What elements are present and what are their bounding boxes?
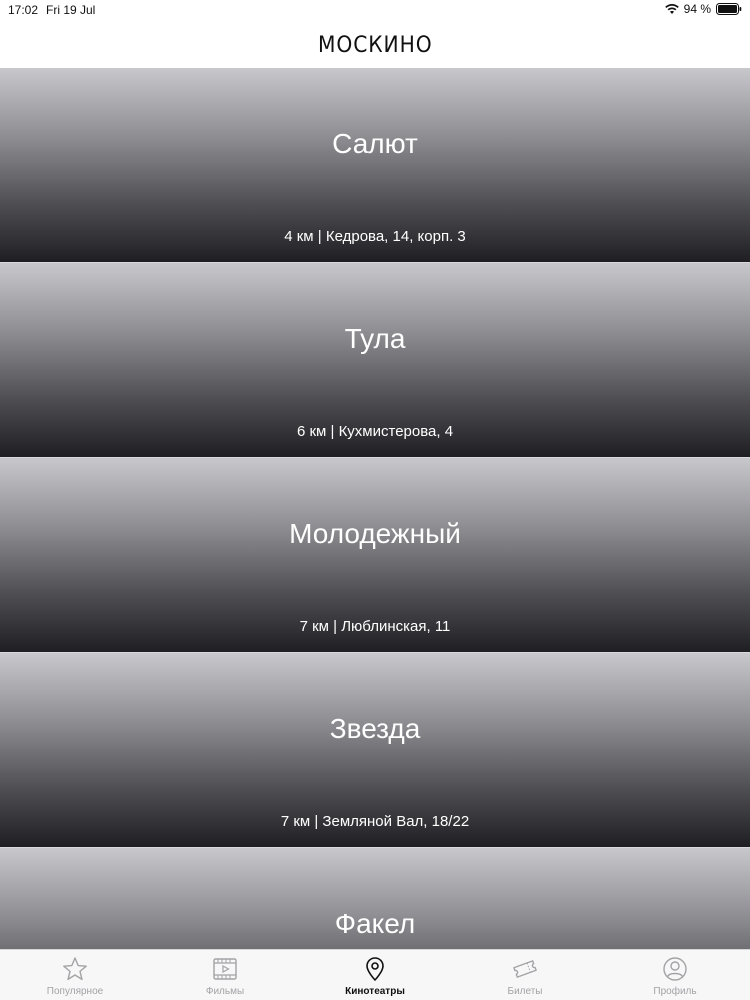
cinema-info: 7 км | Земляной Вал, 18/22 — [280, 813, 470, 830]
cinema-card-zvezda[interactable]: Звезда 7 км | Земляной Вал, 18/22 — [0, 653, 750, 848]
cinema-name: Звезда — [329, 713, 421, 744]
location-pin-icon — [366, 957, 384, 981]
cinema-info: 6 км | Кухмистерова, 4 — [296, 423, 454, 440]
cinema-name: Тула — [344, 323, 406, 354]
wifi-icon — [664, 3, 679, 15]
cinema-card-fakel[interactable]: Факел — [0, 848, 750, 949]
cinema-list[interactable]: Салют 4 км | Кедрова, 14, корп. 3 Тула 6… — [0, 68, 750, 949]
tab-popular[interactable]: Популярное — [0, 950, 150, 1000]
app-header: МОСКИНО — [0, 22, 750, 68]
cinema-card-tula[interactable]: Тула 6 км | Кухмистерова, 4 — [0, 263, 750, 458]
tab-label: Билеты — [507, 986, 543, 997]
status-bar: 17:02 Fri 19 Jul 94 % — [0, 0, 750, 22]
tab-label: Профиль — [653, 986, 697, 997]
tab-films[interactable]: Фильмы — [150, 950, 300, 1000]
status-time: 17:02 — [8, 3, 39, 17]
film-icon — [213, 958, 237, 980]
cinema-name: Салют — [332, 128, 418, 159]
profile-icon — [663, 957, 687, 981]
app-logo: МОСКИНО — [317, 32, 433, 58]
status-date: Fri 19 Jul — [46, 3, 96, 17]
tab-label: Популярное — [46, 986, 104, 997]
star-icon — [63, 957, 87, 981]
status-indicators: 94 % — [664, 2, 742, 16]
cinema-info: 4 км | Кедрова, 14, корп. 3 — [284, 228, 466, 245]
battery-percent: 94 % — [683, 2, 711, 16]
tab-label: Фильмы — [205, 986, 245, 997]
cinema-name: Факел — [334, 908, 416, 939]
ticket-icon — [513, 960, 537, 978]
cinema-info: 7 км | Люблинская, 11 — [299, 618, 451, 635]
tab-label: Кинотеатры — [345, 986, 405, 997]
tab-profile[interactable]: Профиль — [600, 950, 750, 1000]
app-screen: 17:02 Fri 19 Jul 94 % МОСКИНО Салют 4 км… — [0, 0, 750, 1000]
cinema-card-molodezhny[interactable]: Молодежный 7 км | Люблинская, 11 — [0, 458, 750, 653]
tab-cinemas[interactable]: Кинотеатры — [300, 950, 450, 1000]
battery-icon — [716, 3, 742, 15]
cinema-name: Молодежный — [289, 518, 461, 549]
cinema-card-salut[interactable]: Салют 4 км | Кедрова, 14, корп. 3 — [0, 68, 750, 263]
tab-bar: Популярное Фильмы Кинотеатры Билеты Проф… — [0, 949, 750, 1000]
tab-tickets[interactable]: Билеты — [450, 950, 600, 1000]
